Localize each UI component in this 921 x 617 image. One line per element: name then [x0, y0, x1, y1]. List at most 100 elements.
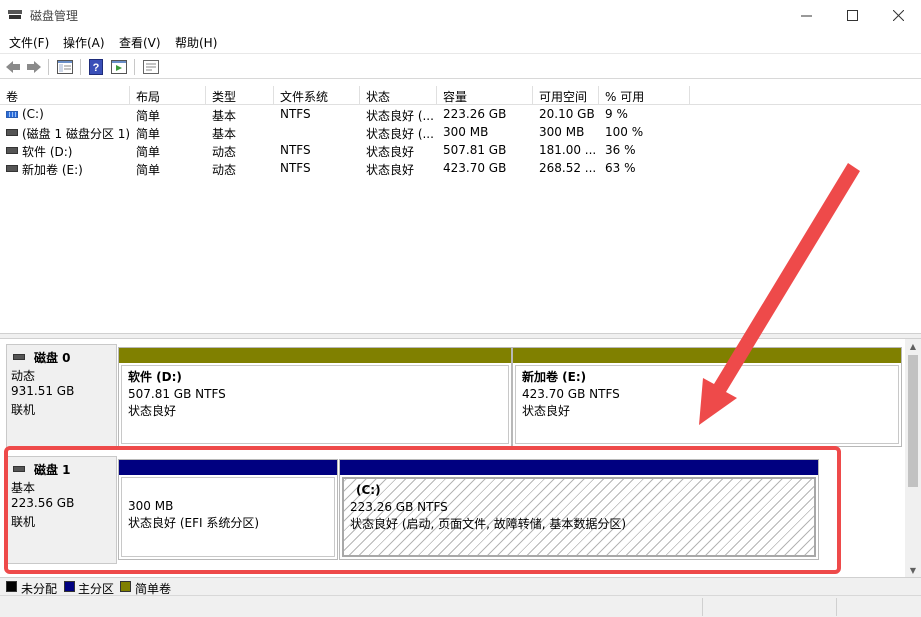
disk-name: 磁盘 1: [34, 463, 71, 477]
cell-free-space: 20.10 GB: [539, 107, 595, 121]
minimize-button[interactable]: [783, 0, 829, 30]
column-header-filesystem[interactable]: 文件系统: [274, 86, 360, 105]
scroll-down-arrow-icon[interactable]: ▼: [905, 563, 921, 577]
cell-type: 动态: [212, 145, 237, 159]
help-icon: ?: [89, 59, 103, 75]
legend-swatch-simple: [120, 581, 131, 592]
column-header-capacity[interactable]: 容量: [437, 86, 533, 105]
cell-percent-free: 36 %: [605, 143, 636, 157]
disk-map-pane: 磁盘 0 动态 931.51 GB 联机 软件 (D:) 507.81 GB N…: [0, 339, 905, 577]
back-arrow-icon: [6, 61, 20, 73]
volume-table-header: 卷 布局 类型 文件系统 状态 容量 可用空间 % 可用: [0, 86, 921, 105]
menu-help[interactable]: 帮助(H): [175, 34, 217, 51]
properties-icon: [111, 60, 127, 74]
partition-status: 状态良好 (EFI 系统分区): [128, 516, 260, 530]
cell-free-space: 300 MB: [539, 125, 585, 139]
help-button[interactable]: ?: [87, 58, 105, 76]
disk-1-label[interactable]: 磁盘 1 基本 223.56 GB 联机: [6, 456, 117, 564]
table-row[interactable]: (磁盘 1 磁盘分区 1) 简单 基本 状态良好 (... 300 MB 300…: [0, 124, 921, 142]
disk-management-app-icon: [8, 10, 22, 19]
disk-size: 931.51 GB: [11, 384, 75, 398]
partition-details: 新加卷 (E:) 423.70 GB NTFS 状态良好: [515, 365, 899, 444]
cell-status: 状态良好: [366, 163, 415, 177]
partition-e[interactable]: 新加卷 (E:) 423.70 GB NTFS 状态良好: [512, 347, 902, 447]
column-header-volume[interactable]: 卷: [0, 86, 130, 105]
menu-action[interactable]: 操作(A): [63, 34, 105, 51]
maximize-icon: [846, 9, 858, 21]
disk-kind: 动态: [11, 369, 36, 383]
menu-file[interactable]: 文件(F): [9, 34, 49, 51]
disk-icon: [13, 466, 25, 472]
volume-icon: [6, 129, 18, 136]
minimize-icon: [800, 15, 812, 16]
simple-volume-bar: [119, 348, 511, 363]
menu-view[interactable]: 查看(V): [119, 34, 161, 51]
console-tree-icon: [57, 60, 73, 74]
partition-d[interactable]: 软件 (D:) 507.81 GB NTFS 状态良好: [118, 347, 512, 447]
partition-size-fs: 223.26 GB NTFS: [350, 500, 448, 514]
column-header-layout[interactable]: 布局: [130, 86, 206, 105]
partition-details: 300 MB 状态良好 (EFI 系统分区): [121, 477, 335, 557]
cell-type: 基本: [212, 127, 237, 141]
legend-swatch-unallocated: [6, 581, 17, 592]
forward-button[interactable]: [25, 58, 43, 76]
title-bar: 磁盘管理: [0, 0, 921, 30]
scrollbar-thumb[interactable]: [908, 355, 918, 487]
column-header-free-space[interactable]: 可用空间: [533, 86, 599, 105]
cell-type: 动态: [212, 163, 237, 177]
disk-pane-scrollbar[interactable]: ▲ ▼: [905, 339, 921, 577]
primary-partition-bar: [340, 460, 818, 475]
partition-c[interactable]: (C:) 223.26 GB NTFS 状态良好 (启动, 页面文件, 故障转储…: [339, 459, 819, 560]
settings-list-button[interactable]: [142, 58, 160, 76]
partition-details: (C:) 223.26 GB NTFS 状态良好 (启动, 页面文件, 故障转储…: [342, 477, 816, 557]
partition-title: 新加卷 (E:): [522, 370, 587, 384]
cell-status: 状态良好: [366, 145, 415, 159]
cell-layout: 简单: [136, 145, 161, 159]
back-button[interactable]: [4, 58, 22, 76]
close-button[interactable]: [875, 0, 921, 30]
cell-volume: 新加卷 (E:): [22, 163, 83, 177]
toolbar-separator: [48, 59, 49, 75]
cell-layout: 简单: [136, 127, 161, 141]
disk-state: 联机: [11, 515, 36, 529]
cell-free-space: 268.52 ...: [539, 161, 597, 175]
column-header-percent-free[interactable]: % 可用: [599, 86, 690, 105]
cell-status: 状态良好 (...: [366, 127, 434, 141]
partition-title: 软件 (D:): [128, 370, 182, 384]
maximize-button[interactable]: [829, 0, 875, 30]
partition-status: 状态良好: [522, 404, 571, 418]
legend: 未分配 主分区 简单卷: [0, 577, 921, 596]
partition-size-fs: 300 MB: [128, 499, 174, 513]
disk-0-label[interactable]: 磁盘 0 动态 931.51 GB 联机: [6, 344, 117, 448]
cell-volume: (C:): [22, 107, 44, 121]
status-bar-divider: [702, 598, 703, 616]
system-volume-icon: [6, 111, 18, 118]
forward-arrow-icon: [27, 61, 41, 73]
cell-volume: (磁盘 1 磁盘分区 1): [22, 127, 131, 141]
settings-list-icon: [143, 60, 159, 74]
toolbar: ?: [0, 53, 921, 79]
table-row[interactable]: (C:) 简单 基本 NTFS 状态良好 (... 223.26 GB 20.1…: [0, 106, 921, 124]
partition-efi[interactable]: 300 MB 状态良好 (EFI 系统分区): [118, 459, 338, 560]
cell-layout: 简单: [136, 163, 161, 177]
cell-percent-free: 100 %: [605, 125, 644, 139]
properties-button[interactable]: [110, 58, 128, 76]
cell-percent-free: 63 %: [605, 161, 636, 175]
partition-size-fs: 423.70 GB NTFS: [522, 387, 620, 401]
column-header-status[interactable]: 状态: [360, 86, 437, 105]
show-hide-console-tree-button[interactable]: [56, 58, 74, 76]
table-row[interactable]: 软件 (D:) 简单 动态 NTFS 状态良好 507.81 GB 181.00…: [0, 142, 921, 160]
svg-text:?: ?: [93, 62, 100, 74]
partition-title: (C:): [356, 483, 381, 497]
partition-status: 状态良好: [128, 404, 177, 418]
toolbar-separator: [134, 59, 135, 75]
primary-partition-bar: [119, 460, 337, 475]
table-row[interactable]: 新加卷 (E:) 简单 动态 NTFS 状态良好 423.70 GB 268.5…: [0, 160, 921, 178]
disk-kind: 基本: [11, 481, 36, 495]
disk-size: 223.56 GB: [11, 496, 75, 510]
cell-filesystem: NTFS: [280, 161, 311, 175]
scroll-up-arrow-icon[interactable]: ▲: [905, 339, 921, 353]
column-header-type[interactable]: 类型: [206, 86, 274, 105]
disk-state: 联机: [11, 403, 36, 417]
legend-swatch-primary: [64, 581, 75, 592]
